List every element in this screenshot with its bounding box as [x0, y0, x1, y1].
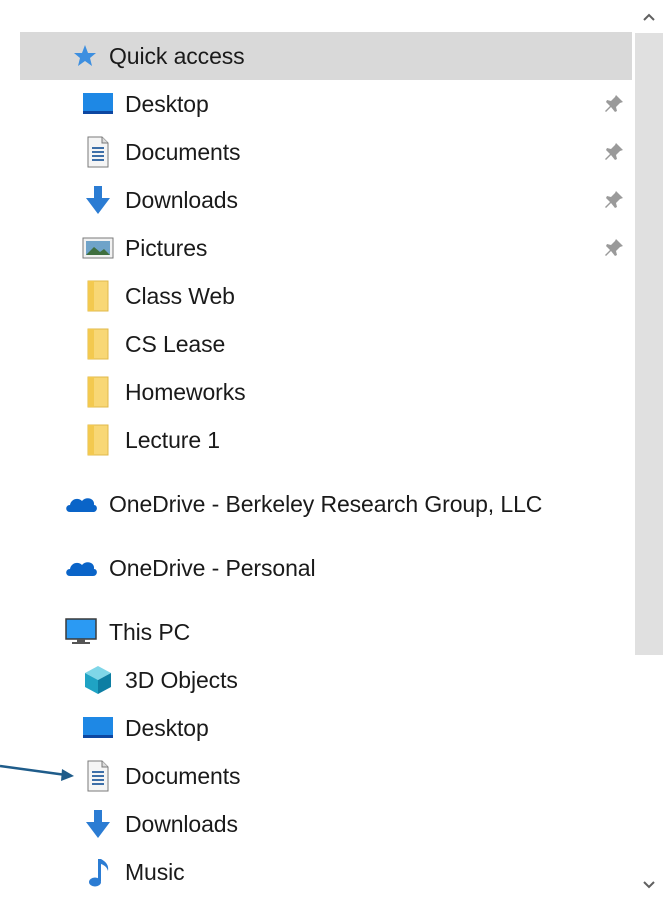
- scroll-up-arrow-icon[interactable]: [637, 6, 661, 28]
- nav-item-class-web[interactable]: Class Web: [20, 272, 632, 320]
- pictures-icon: [81, 231, 115, 265]
- onedrive-cloud-icon: [64, 551, 98, 585]
- annotation-arrow-icon: [0, 764, 74, 781]
- nav-item-label: 3D Objects: [125, 666, 238, 693]
- folder-icon: [81, 423, 115, 457]
- nav-item-documents[interactable]: Documents: [20, 128, 632, 176]
- navigation-pane: Quick access Desktop Documents Downloads…: [0, 0, 671, 898]
- pin-icon: [602, 236, 626, 260]
- documents-icon: [81, 135, 115, 169]
- downloads-icon: [81, 807, 115, 841]
- nav-item-pc-desktop[interactable]: Desktop: [20, 704, 632, 752]
- nav-item-lecture-1[interactable]: Lecture 1: [20, 416, 632, 464]
- nav-item-label: Pictures: [125, 234, 208, 261]
- nav-item-cs-lease[interactable]: CS Lease: [20, 320, 632, 368]
- onedrive-cloud-icon: [64, 487, 98, 521]
- nav-item-this-pc[interactable]: This PC: [20, 608, 632, 656]
- nav-item-desktop[interactable]: Desktop: [20, 80, 632, 128]
- nav-item-downloads[interactable]: Downloads: [20, 176, 632, 224]
- nav-item-label: Desktop: [125, 90, 209, 117]
- pin-icon: [602, 92, 626, 116]
- nav-item-label: Downloads: [125, 810, 238, 837]
- folder-icon: [81, 279, 115, 313]
- nav-item-label: Class Web: [125, 282, 235, 309]
- desktop-icon: [81, 711, 115, 745]
- nav-item-pc-music[interactable]: Music: [20, 848, 632, 896]
- nav-item-pc-documents[interactable]: Documents: [20, 752, 632, 800]
- nav-item-label: Lecture 1: [125, 426, 220, 453]
- nav-item-label: OneDrive - Berkeley Research Group, LLC: [109, 490, 543, 517]
- nav-item-label: This PC: [109, 618, 191, 645]
- music-icon: [81, 855, 115, 889]
- nav-item-label: Desktop: [125, 714, 209, 741]
- nav-item-label: Documents: [125, 762, 241, 789]
- scrollbar-thumb[interactable]: [635, 33, 663, 655]
- nav-item-label: Documents: [125, 138, 241, 165]
- nav-item-onedrive-personal[interactable]: OneDrive - Personal: [20, 544, 632, 592]
- downloads-icon: [81, 183, 115, 217]
- 3d-objects-icon: [81, 663, 115, 697]
- nav-item-quick-access[interactable]: Quick access: [20, 32, 632, 80]
- nav-item-onedrive-business[interactable]: OneDrive - Berkeley Research Group, LLC: [20, 480, 632, 528]
- desktop-icon: [81, 87, 115, 121]
- nav-item-label: Music: [125, 858, 185, 885]
- nav-item-pictures[interactable]: Pictures: [20, 224, 632, 272]
- pin-icon: [602, 140, 626, 164]
- nav-item-label: CS Lease: [125, 330, 226, 357]
- nav-item-label: Downloads: [125, 186, 238, 213]
- nav-item-label: OneDrive - Personal: [109, 554, 316, 581]
- nav-item-3d-objects[interactable]: 3D Objects: [20, 656, 632, 704]
- folder-icon: [81, 327, 115, 361]
- documents-icon: [81, 759, 115, 793]
- star-icon: [68, 39, 102, 73]
- folder-icon: [81, 375, 115, 409]
- nav-item-pc-downloads[interactable]: Downloads: [20, 800, 632, 848]
- nav-item-label: Homeworks: [125, 378, 246, 405]
- nav-item-homeworks[interactable]: Homeworks: [20, 368, 632, 416]
- pin-icon: [602, 188, 626, 212]
- computer-icon: [64, 615, 98, 649]
- nav-item-label: Quick access: [109, 42, 245, 69]
- scroll-down-arrow-icon[interactable]: [637, 874, 661, 896]
